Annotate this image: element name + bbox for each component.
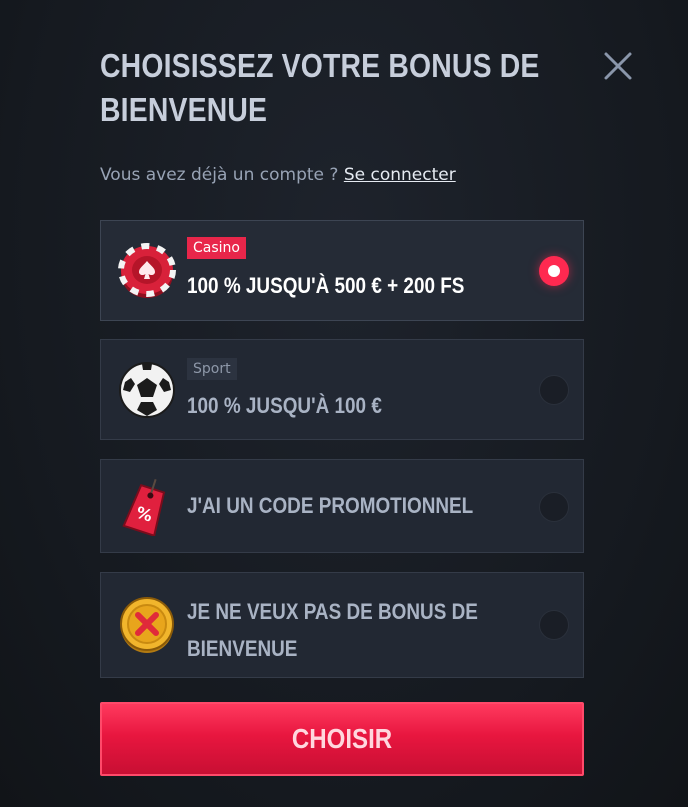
sport-bonus-label: 100 % JUSQU'À 100 € [187, 393, 382, 418]
login-prompt: Vous avez déjà un compte ? Se connecter [100, 165, 456, 185]
casino-radio[interactable] [539, 256, 569, 286]
no-bonus-label-line1: JE NE VEUX PAS DE BONUS DE [187, 599, 478, 624]
close-button[interactable] [600, 48, 636, 84]
casino-tag: Casino [187, 237, 246, 259]
promo-tag-icon: % [122, 479, 166, 536]
login-link[interactable]: Se connecter [344, 165, 456, 185]
bonus-option-promo-code[interactable]: % J'AI UN CODE PROMOTIONNEL [100, 459, 584, 553]
sport-radio[interactable] [539, 375, 569, 405]
bonus-option-no-bonus[interactable]: JE NE VEUX PAS DE BONUS DE BIENVENUE [100, 572, 584, 678]
choose-button-label: CHOISIR [291, 723, 393, 754]
casino-chip-icon [118, 243, 176, 298]
modal-title: CHOISISSEZ VOTRE BONUS DE BIENVENUE [100, 47, 540, 128]
no-bonus-radio[interactable] [539, 610, 569, 640]
casino-bonus-label: 100 % JUSQU'À 500 € + 200 FS [187, 273, 465, 298]
choose-button[interactable]: CHOISIR [100, 702, 584, 776]
no-bonus-label: JE NE VEUX PAS DE BONUS DE BIENVENUE [187, 593, 478, 667]
bonus-option-sport[interactable]: Sport 100 % JUSQU'À 100 € [100, 339, 584, 440]
login-prompt-text: Vous avez déjà un compte ? [100, 165, 339, 185]
bonus-option-casino[interactable]: Casino 100 % JUSQU'À 500 € + 200 FS [100, 220, 584, 321]
close-icon [604, 52, 632, 80]
promo-code-radio[interactable] [539, 492, 569, 522]
no-bonus-label-line2: BIENVENUE [187, 636, 298, 661]
sport-tag: Sport [187, 358, 237, 380]
soccer-ball-icon [119, 362, 175, 418]
no-bonus-coin-icon [120, 597, 174, 653]
welcome-bonus-modal: CHOISISSEZ VOTRE BONUS DE BIENVENUE Vous… [0, 0, 688, 807]
promo-code-label: J'AI UN CODE PROMOTIONNEL [187, 493, 474, 518]
